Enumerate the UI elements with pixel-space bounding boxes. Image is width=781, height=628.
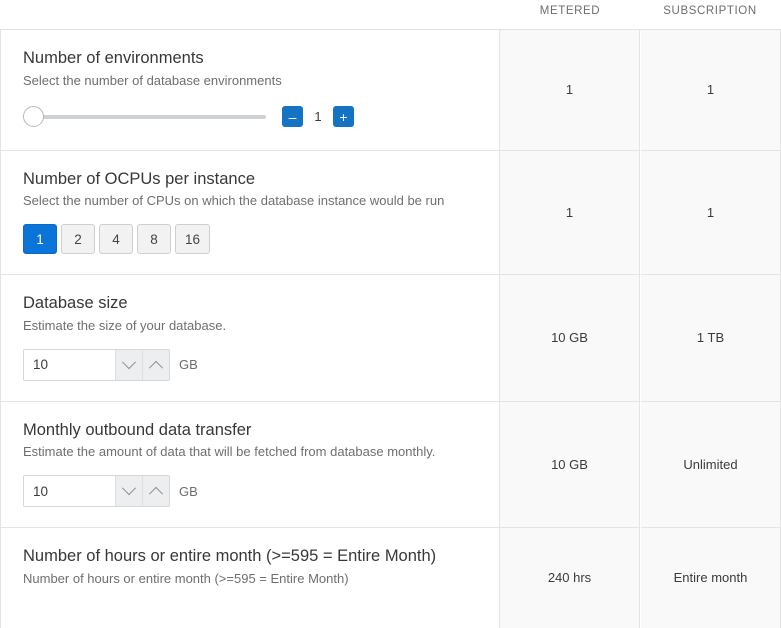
column-header-metered: METERED bbox=[539, 5, 601, 17]
spinner-down-button[interactable] bbox=[115, 349, 142, 380]
decrement-button[interactable]: – bbox=[282, 106, 303, 128]
parameter-title: Monthly outbound data transfer bbox=[23, 420, 252, 439]
parameter-cell-hours: Number of hours or entire month (>=595 =… bbox=[0, 527, 500, 628]
chevron-up-icon bbox=[148, 486, 164, 501]
chevron-down-icon bbox=[121, 354, 137, 369]
ocpu-option-16[interactable]: 16 bbox=[175, 224, 211, 255]
data-transfer-input[interactable] bbox=[24, 476, 115, 507]
chevron-up-icon bbox=[148, 360, 164, 375]
slider-thumb[interactable] bbox=[23, 106, 44, 128]
value-subscription: Unlimited bbox=[641, 400, 781, 528]
value-subscription: 1 bbox=[641, 30, 781, 150]
value-metered: 240 hrs bbox=[500, 527, 640, 628]
parameter-cell-database-size: Database size Estimate the size of your … bbox=[0, 274, 500, 401]
stepper-group: – 1 + bbox=[282, 106, 354, 128]
chevron-down-icon bbox=[121, 481, 137, 496]
table-row: Monthly outbound data transfer Estimate … bbox=[0, 400, 781, 528]
cost-estimator-table: METERED SUBSCRIPTION Number of environme… bbox=[0, 0, 781, 628]
table-row: Number of environments Select the number… bbox=[0, 30, 781, 150]
table-row: Database size Estimate the size of your … bbox=[0, 274, 781, 401]
parameter-description: Number of hours or entire month (>=595 =… bbox=[23, 570, 349, 586]
parameter-title: Number of OCPUs per instance bbox=[23, 169, 256, 188]
value-metered: 1 bbox=[500, 149, 640, 275]
parameter-cell-environments: Number of environments Select the number… bbox=[0, 30, 500, 150]
parameter-cell-ocpus: Number of OCPUs per instance Select the … bbox=[0, 149, 500, 275]
column-header-subscription: SUBSCRIPTION bbox=[663, 5, 757, 17]
spinner-up-button[interactable] bbox=[142, 349, 169, 380]
table-row: Number of hours or entire month (>=595 =… bbox=[0, 527, 781, 628]
ocpu-option-4[interactable]: 4 bbox=[99, 224, 133, 255]
data-transfer-control: GB bbox=[23, 475, 477, 508]
stepper-value: 1 bbox=[314, 109, 322, 125]
value-metered: 1 bbox=[500, 30, 640, 150]
ocpu-option-1[interactable]: 1 bbox=[23, 224, 57, 255]
parameter-cell-data-transfer: Monthly outbound data transfer Estimate … bbox=[0, 400, 500, 528]
ocpu-option-8[interactable]: 8 bbox=[137, 224, 171, 255]
data-transfer-unit: GB bbox=[179, 483, 198, 499]
value-subscription: 1 TB bbox=[641, 274, 781, 401]
ocpu-segment-group: 1 2 4 8 16 bbox=[23, 224, 477, 255]
environments-slider-control: – 1 + bbox=[23, 104, 477, 130]
ocpu-option-2[interactable]: 2 bbox=[61, 224, 95, 255]
parameter-description: Select the number of CPUs on which the d… bbox=[23, 193, 445, 209]
parameter-title: Number of environments bbox=[23, 49, 204, 67]
parameter-title: Database size bbox=[23, 294, 128, 313]
table-body: Number of environments Select the number… bbox=[0, 29, 781, 628]
value-subscription: 1 bbox=[641, 149, 781, 275]
parameter-description: Select the number of database environmen… bbox=[23, 72, 282, 88]
parameter-description: Estimate the size of your database. bbox=[23, 317, 227, 333]
value-subscription: Entire month bbox=[641, 527, 781, 628]
spinner-up-button[interactable] bbox=[142, 476, 169, 507]
spinner-down-button[interactable] bbox=[115, 476, 142, 507]
database-size-unit: GB bbox=[179, 357, 198, 373]
table-row: Number of OCPUs per instance Select the … bbox=[0, 149, 781, 275]
environments-slider[interactable] bbox=[23, 106, 266, 128]
table-header: METERED SUBSCRIPTION bbox=[0, 0, 781, 29]
increment-button[interactable]: + bbox=[333, 106, 354, 128]
slider-track[interactable] bbox=[32, 114, 266, 119]
parameter-description: Estimate the amount of data that will be… bbox=[23, 444, 436, 460]
database-size-input[interactable] bbox=[24, 349, 115, 380]
database-size-control: GB bbox=[23, 348, 477, 381]
data-transfer-spinner[interactable] bbox=[23, 475, 170, 508]
parameter-title: Number of hours or entire month (>=595 =… bbox=[23, 547, 437, 566]
value-metered: 10 GB bbox=[500, 400, 640, 528]
database-size-spinner[interactable] bbox=[23, 348, 170, 381]
value-metered: 10 GB bbox=[500, 274, 640, 401]
